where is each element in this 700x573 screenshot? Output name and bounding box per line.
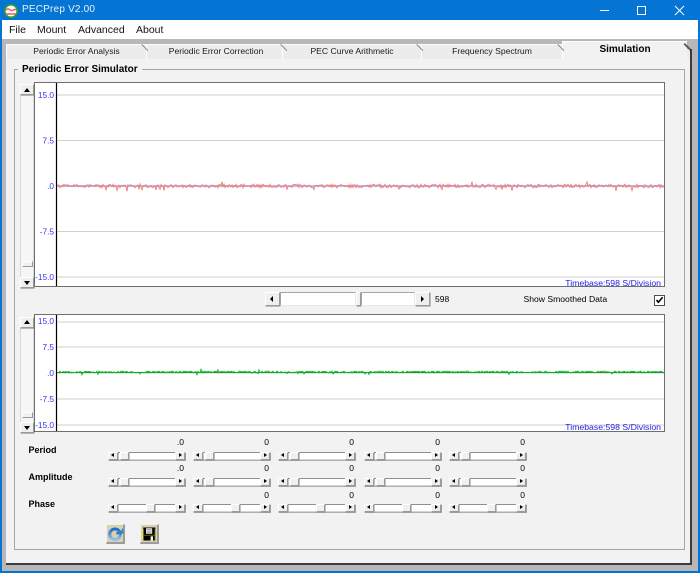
svg-text:-7.5: -7.5 bbox=[39, 394, 54, 404]
svg-text:.0: .0 bbox=[47, 368, 54, 378]
svg-text:-15.0: -15.0 bbox=[35, 420, 54, 430]
svg-text:Timebase:598 S/Division: Timebase:598 S/Division bbox=[565, 278, 661, 286]
svg-text:7.5: 7.5 bbox=[42, 136, 54, 146]
svg-text:-15.0: -15.0 bbox=[35, 272, 54, 282]
svg-text:15.0: 15.0 bbox=[37, 316, 54, 326]
svg-text:15.0: 15.0 bbox=[37, 90, 54, 100]
svg-text:Timebase:598 S/Division: Timebase:598 S/Division bbox=[565, 422, 661, 431]
svg-text:7.5: 7.5 bbox=[42, 342, 54, 352]
svg-text:.0: .0 bbox=[47, 181, 54, 191]
svg-text:-7.5: -7.5 bbox=[39, 227, 54, 237]
